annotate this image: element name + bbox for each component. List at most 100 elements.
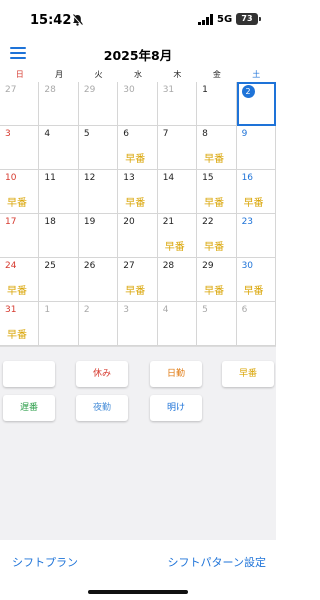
day-number: 12 [83,173,96,183]
day-cell[interactable]: 18 [39,214,79,258]
day-cell[interactable]: 31 早番 [0,302,40,346]
day-cell[interactable]: 13 早番 [118,170,158,214]
day-cell[interactable]: 8 早番 [197,126,237,170]
weekday-label: 火 [94,70,103,79]
app-header: 2025年8月 [0,40,276,66]
shift-button[interactable]: 遅番 [3,395,55,421]
day-cell[interactable]: 27 [0,82,40,126]
day-shift-label: 早番 [7,198,27,209]
day-cell[interactable]: 25 [39,258,79,302]
day-cell[interactable]: 29 [78,82,119,126]
day-cell[interactable]: 3 [0,126,40,170]
shift-button[interactable]: 日勤 [150,361,202,387]
day-cell[interactable]: 4 [157,302,198,346]
day-cell[interactable]: 21 早番 [157,214,198,258]
day-cell[interactable]: 5 [197,302,237,346]
day-shift-label: 早番 [125,286,146,297]
day-shift-label: 早番 [125,198,146,209]
day-cell[interactable]: 19 [78,214,119,258]
weekday-label: 月 [55,70,64,79]
day-number: 11 [44,173,56,183]
day-cell[interactable]: 12 [78,170,119,214]
day-number: 20 [123,217,135,227]
weekday-label: 木 [173,70,182,79]
day-cell[interactable]: 9 [236,126,276,170]
day-number: 31 [162,85,175,95]
day-number: 13 [123,173,135,183]
day-cell[interactable]: 16 早番 [236,170,276,214]
day-number: 26 [83,261,96,271]
day-cell[interactable]: 28 [39,82,79,126]
day-cell[interactable]: 2 [78,302,119,346]
shift-pattern-settings-button[interactable]: シフトパターン設定 [168,554,266,570]
day-shift-label: 早番 [204,242,225,253]
day-cell[interactable]: 6 早番 [118,126,158,170]
day-number: 2 [83,305,90,315]
day-cell[interactable]: 11 [39,170,79,214]
day-cell[interactable]: 6 [236,302,276,346]
day-number: 1 [202,85,208,95]
signal-icon [198,14,213,25]
day-cell[interactable]: 5 [78,126,119,170]
shift-button[interactable]: 夜勤 [76,395,128,421]
day-cell[interactable]: 2 [236,82,276,126]
day-cell[interactable]: 3 [118,302,158,346]
day-shift-label: 早番 [204,286,225,297]
weekday-label: 土 [252,70,261,79]
day-cell[interactable]: 24 早番 [0,258,40,302]
day-number: 29 [83,85,96,95]
day-number: 5 [83,129,90,139]
day-number: 24 [5,261,17,271]
day-cell[interactable]: 20 [118,214,158,258]
shift-panel: 休み 日勤 早番遅番 夜勤 明け [0,346,276,540]
day-shift-label: 早番 [7,330,27,341]
day-number: 19 [83,217,96,227]
day-cell[interactable]: 22 早番 [197,214,237,258]
day-number: 16 [241,173,254,183]
shift-plan-button[interactable]: シフトプラン [12,554,78,570]
day-number: 3 [123,305,130,315]
shift-button[interactable]: 明け [150,395,202,421]
day-number: 21 [162,217,175,227]
day-number: 8 [202,129,208,139]
day-cell[interactable]: 15 早番 [197,170,237,214]
bottom-bar: シフトプラン シフトパターン設定 [0,540,276,600]
day-shift-label: 早番 [243,198,264,209]
network-label: 5G [217,14,233,25]
day-number: 30 [241,261,254,271]
day-number: 29 [202,261,214,271]
day-number: 18 [44,217,56,227]
day-number: 17 [5,217,17,227]
shift-button[interactable]: 休み [76,361,128,387]
day-number: 4 [44,129,51,139]
day-shift-label: 早番 [125,154,146,165]
weekday-label: 日 [15,70,24,79]
day-cell[interactable]: 30 早番 [236,258,276,302]
day-number: 7 [162,129,169,139]
calendar-grid: 27 28 29 30 31 1 2 3 4 5 6 早番 7 8 早番 9 10 早番 11 12 13 早番 14 15 早… [0,82,276,346]
day-shift-label: 早番 [243,286,264,297]
day-cell[interactable]: 4 [39,126,79,170]
day-cell[interactable]: 27 早番 [118,258,158,302]
day-cell[interactable]: 17 [0,214,40,258]
day-cell[interactable]: 26 [78,258,119,302]
bell-mute-icon [72,14,83,26]
month-title: 2025年8月 [103,48,173,63]
day-cell[interactable]: 23 [236,214,276,258]
day-cell[interactable]: 7 [157,126,198,170]
day-cell[interactable]: 29 早番 [197,258,237,302]
day-shift-label: 早番 [164,242,185,253]
day-cell[interactable]: 28 [157,258,198,302]
day-cell[interactable]: 31 [157,82,198,126]
day-shift-label: 早番 [7,286,27,297]
day-number: 9 [241,129,248,139]
day-number: 22 [202,217,214,227]
day-cell[interactable]: 1 [39,302,79,346]
shift-button[interactable] [3,361,55,387]
shift-button[interactable]: 早番 [222,361,274,387]
day-cell[interactable]: 30 [118,82,158,126]
day-cell[interactable]: 10 早番 [0,170,40,214]
day-number: 1 [44,305,51,315]
day-cell[interactable]: 14 [157,170,198,214]
day-cell[interactable]: 1 [197,82,237,126]
